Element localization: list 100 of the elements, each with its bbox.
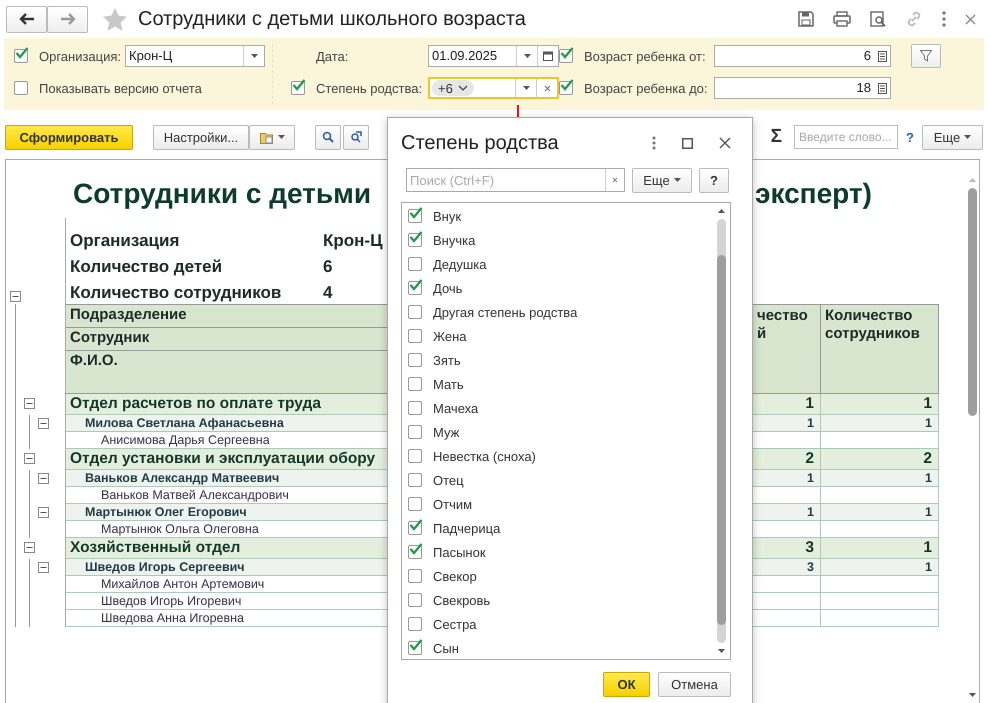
checkbox[interactable] xyxy=(408,233,422,247)
checkbox[interactable] xyxy=(408,257,422,271)
back-button[interactable] xyxy=(6,6,47,32)
close-icon[interactable] xyxy=(965,14,976,24)
maximize-icon[interactable] xyxy=(682,138,693,148)
calendar-icon[interactable] xyxy=(543,51,553,61)
checkbox-label: Невестка (сноха) xyxy=(433,448,536,464)
checkbox[interactable] xyxy=(559,49,573,63)
scroll-down-icon[interactable] xyxy=(968,693,976,697)
link-icon[interactable] xyxy=(905,10,923,28)
checkbox[interactable] xyxy=(14,49,28,63)
ok-button[interactable]: ОК xyxy=(603,672,650,697)
checkbox-label: Сын xyxy=(433,640,459,656)
search-next-button[interactable] xyxy=(343,124,369,150)
column-header: Количество сотрудников xyxy=(821,304,939,394)
checkbox[interactable] xyxy=(408,209,422,223)
checkbox-label: Другая степень родства xyxy=(433,304,578,320)
calculator-icon[interactable] xyxy=(878,82,886,94)
field-label: Возраст ребенка от: xyxy=(584,48,707,64)
date-field[interactable]: 01.09.2025 xyxy=(428,45,559,67)
collapse-icon[interactable] xyxy=(38,562,49,573)
help-link[interactable]: ? xyxy=(906,130,914,144)
search-field[interactable]: Введите слово... xyxy=(794,125,898,149)
chevron-icon xyxy=(458,85,468,91)
filter-button[interactable] xyxy=(911,44,941,68)
cancel-button[interactable]: Отмена xyxy=(658,672,731,697)
collapse-icon[interactable] xyxy=(24,542,35,553)
checkbox[interactable] xyxy=(408,305,422,319)
checkbox[interactable] xyxy=(408,329,422,343)
collapse-icon[interactable] xyxy=(38,507,49,518)
save-icon[interactable] xyxy=(798,11,814,27)
checkbox[interactable] xyxy=(408,401,422,415)
checkbox-label: Пасынок xyxy=(433,544,486,560)
star-icon[interactable] xyxy=(102,6,128,32)
column-header: Сотрудник xyxy=(70,329,150,346)
checkbox[interactable] xyxy=(408,281,422,295)
checkbox-label: Отец xyxy=(433,472,464,488)
calculator-icon[interactable] xyxy=(878,50,886,62)
generate-button[interactable]: Сформировать xyxy=(5,124,133,150)
variants-button[interactable] xyxy=(249,124,295,150)
more-button[interactable]: Еще xyxy=(632,168,692,192)
collapse-icon[interactable] xyxy=(38,473,49,484)
field-label: Организация: xyxy=(39,48,122,64)
tag-chip[interactable]: +6 xyxy=(432,80,474,96)
checkbox[interactable] xyxy=(408,545,422,559)
caret-icon[interactable] xyxy=(522,86,530,90)
checkbox[interactable] xyxy=(291,81,305,95)
checkbox-label: Внук xyxy=(433,208,462,224)
checkbox-label: Дочь xyxy=(433,280,462,296)
summary-value: 4 xyxy=(323,283,332,304)
caret-icon[interactable] xyxy=(524,54,530,58)
table-cell: 1 xyxy=(821,470,939,487)
sum-button[interactable]: Σ xyxy=(770,126,782,148)
preview-icon[interactable] xyxy=(870,11,886,27)
more-icon[interactable] xyxy=(652,136,656,150)
close-icon[interactable] xyxy=(719,137,731,149)
checkbox[interactable] xyxy=(14,81,28,95)
summary-value: Крон-Ц xyxy=(323,231,382,252)
table-cell: 1 xyxy=(821,504,939,521)
help-button[interactable]: ? xyxy=(699,168,729,192)
scroll-down-icon[interactable] xyxy=(718,649,724,653)
field-label: Степень родства: xyxy=(316,80,424,96)
summary-value: 6 xyxy=(323,257,332,278)
collapse-icon[interactable] xyxy=(24,398,35,409)
table-cell: 1 xyxy=(821,538,939,559)
checkbox[interactable] xyxy=(408,521,422,535)
number-field[interactable]: 18 xyxy=(714,77,891,99)
checkbox[interactable] xyxy=(408,377,422,391)
table-cell: 2 xyxy=(753,449,821,470)
number-field[interactable]: 6 xyxy=(714,45,891,67)
checkbox[interactable] xyxy=(408,425,422,439)
table-cell: 1 xyxy=(753,504,821,521)
collapse-icon[interactable] xyxy=(24,453,35,464)
organization-field[interactable]: Крон-Ц xyxy=(125,45,266,67)
caret-icon xyxy=(964,135,972,139)
settings-button[interactable]: Настройки... xyxy=(153,124,249,150)
checkbox[interactable] xyxy=(408,593,422,607)
caret-icon[interactable] xyxy=(250,54,258,58)
collapse-icon[interactable] xyxy=(38,418,49,429)
search-button[interactable] xyxy=(315,124,341,150)
clear-icon[interactable] xyxy=(544,84,550,92)
scroll-up-icon[interactable] xyxy=(718,209,724,213)
checkbox[interactable] xyxy=(408,569,422,583)
checkbox-label: Мачеха xyxy=(433,400,478,416)
more-button[interactable]: Еще xyxy=(922,124,983,150)
collapse-icon[interactable] xyxy=(10,291,21,302)
checkbox[interactable] xyxy=(559,81,573,95)
checkbox[interactable] xyxy=(408,641,422,655)
table-cell: 2 xyxy=(821,449,939,470)
relation-field[interactable]: +6 xyxy=(428,77,559,99)
print-icon[interactable] xyxy=(833,11,851,27)
checkbox[interactable] xyxy=(408,473,422,487)
checkbox[interactable] xyxy=(408,497,422,511)
checkbox[interactable] xyxy=(408,617,422,631)
more-icon[interactable] xyxy=(942,11,946,27)
field-label: Дата: xyxy=(316,48,350,64)
checkbox[interactable] xyxy=(408,353,422,367)
checkbox[interactable] xyxy=(408,449,422,463)
clear-icon[interactable] xyxy=(612,177,618,183)
search-field[interactable]: Поиск (Ctrl+F) xyxy=(406,168,625,192)
